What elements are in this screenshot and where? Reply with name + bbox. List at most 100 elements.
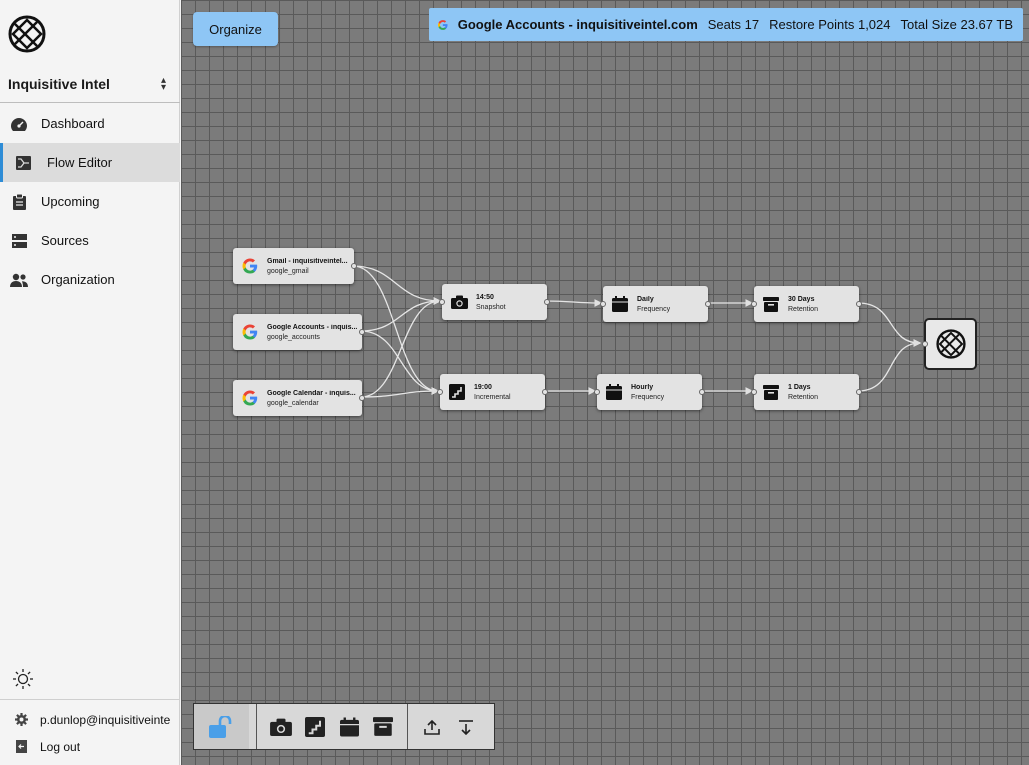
node-title: Daily [637,295,654,303]
user-email: p.dunlop@inquisitiveinte [40,712,171,727]
node-subtitle: google_calendar [267,399,319,407]
gear-icon [14,713,28,727]
flow-canvas[interactable]: Organize Google Accounts - inquisitivein… [181,0,1029,765]
add-incremental-button[interactable] [300,710,330,744]
sun-icon[interactable] [12,668,34,690]
dashboard-icon [10,115,28,133]
account-title: Google Accounts - inquisitiveintel.com [457,17,698,32]
destination-node[interactable] [922,318,977,370]
retention-node-1-days[interactable]: 1 Days Retention [751,374,862,410]
output-handle[interactable] [351,263,357,269]
source-node-google-accounts[interactable]: Google Accounts - inquis... google_accou… [233,314,365,350]
logout-icon [14,740,28,754]
sidebar-item-sources[interactable]: Sources [0,221,180,260]
organize-button[interactable]: Organize [193,12,278,46]
sidebar-item-dashboard[interactable]: Dashboard [0,104,180,143]
add-frequency-button[interactable] [334,710,364,744]
edge [352,265,440,395]
user-settings-link[interactable]: p.dunlop@inquisitiveinte [0,706,180,733]
output-handle[interactable] [359,395,365,401]
edge [857,339,922,392]
output-handle[interactable] [705,301,711,307]
users-icon [10,271,28,289]
input-handle[interactable] [600,301,606,307]
calendar-icon [339,717,359,736]
edge [360,297,442,332]
sidebar-item-flow-editor[interactable]: Flow Editor [0,143,180,182]
sidebar-item-label: Upcoming [41,194,100,209]
add-retention-button[interactable] [368,710,398,744]
node-title: 14:50 [476,293,494,301]
stairs-icon [448,383,466,401]
add-node-group [257,704,408,749]
edge [857,302,922,347]
node-subtitle: Snapshot [476,303,506,311]
upload-icon [424,719,440,735]
node-title: 1 Days [788,383,811,391]
sidebar-nav: Dashboard Flow Editor Upcoming Sources O… [0,104,180,299]
output-handle[interactable] [856,389,862,395]
source-node-google-calendar[interactable]: Google Calendar - inquis... google_calen… [233,380,365,416]
import-button[interactable] [451,710,481,744]
snapshot-node[interactable]: 14:50 Snapshot [439,284,550,320]
incremental-node[interactable]: 19:00 Incremental [437,374,548,410]
retention-node-30-days[interactable]: 30 Days Retention [751,286,862,322]
input-handle[interactable] [922,341,928,347]
app-logo-icon[interactable] [8,15,46,53]
google-icon [242,258,258,274]
google-icon [242,390,258,406]
stairs-icon [305,716,325,737]
output-handle[interactable] [359,329,365,335]
input-handle[interactable] [439,299,445,305]
input-handle[interactable] [437,389,443,395]
source-node-gmail[interactable]: Gmail - inquisitiveintel... google_gmail [233,248,357,284]
google-icon [437,19,448,30]
output-handle[interactable] [544,299,550,305]
add-snapshot-button[interactable] [266,710,296,744]
output-handle[interactable] [856,301,862,307]
clipboard-icon [10,193,28,211]
hourly-frequency-node[interactable]: Hourly Frequency [594,374,705,410]
import-export-group [408,704,490,749]
node-subtitle: google_gmail [267,267,309,275]
org-name: Inquisitive Intel [8,76,110,92]
node-subtitle: Retention [788,305,818,313]
camera-icon [450,293,468,311]
calendar-icon [605,383,623,401]
node-title: 19:00 [474,383,492,391]
lock-group [194,704,257,749]
node-title: Gmail - inquisitiveintel... [267,257,348,265]
app-logo-icon [935,329,966,359]
calendar-icon [611,295,629,313]
input-handle[interactable] [751,301,757,307]
sidebar-item-label: Sources [41,233,89,248]
export-button[interactable] [417,710,447,744]
output-handle[interactable] [542,389,548,395]
edge [545,299,603,307]
node-title: Google Calendar - inquis... [267,389,356,397]
input-handle[interactable] [594,389,600,395]
sidebar-item-label: Flow Editor [47,155,113,170]
sidebar-item-upcoming[interactable]: Upcoming [0,182,180,221]
unlock-button[interactable] [194,704,249,749]
flow-toolbar [193,703,495,750]
node-subtitle: Retention [788,393,818,401]
sidebar-item-organization[interactable]: Organization [0,260,180,299]
input-handle[interactable] [751,389,757,395]
camera-icon [270,718,292,736]
logout-button[interactable]: Log out [0,733,180,760]
flow-editor-icon [14,154,32,172]
archive-box-icon [373,717,393,736]
daily-frequency-node[interactable]: Daily Frequency [600,286,711,322]
logout-label: Log out [40,739,81,754]
google-icon [242,324,258,340]
node-subtitle: Frequency [637,305,671,313]
node-subtitle: google_accounts [267,333,320,341]
sidebar-item-label: Organization [41,272,115,287]
sidebar-item-label: Dashboard [41,116,105,131]
output-handle[interactable] [699,389,705,395]
sidebar: Inquisitive Intel ▴ ▾ Dashboard Flow Edit… [0,0,180,765]
org-selector[interactable]: Inquisitive Intel ▴ ▾ [0,66,180,103]
archive-box-icon [762,295,780,313]
seats-stat: Seats 17 [707,17,760,32]
